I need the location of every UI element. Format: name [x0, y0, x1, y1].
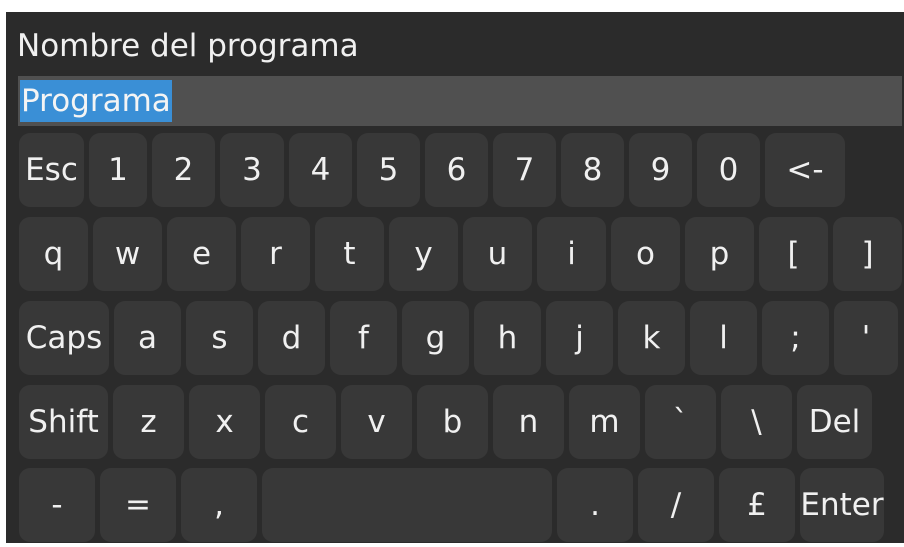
keyboard-row-2: q w e r t y u i o p [ ] — [19, 217, 902, 291]
key-6[interactable]: 6 — [425, 133, 488, 207]
key-h[interactable]: h — [474, 301, 541, 375]
key-0[interactable]: 0 — [697, 133, 760, 207]
key-y[interactable]: y — [389, 217, 458, 291]
key-f[interactable]: f — [330, 301, 397, 375]
key-1[interactable]: 1 — [89, 133, 147, 207]
key-7[interactable]: 7 — [493, 133, 556, 207]
key-left-bracket[interactable]: [ — [759, 217, 828, 291]
key-x[interactable]: x — [189, 385, 260, 459]
key-apostrophe[interactable]: ' — [834, 301, 898, 375]
key-4[interactable]: 4 — [289, 133, 352, 207]
key-enter[interactable]: Enter — [800, 468, 884, 542]
key-backtick[interactable]: ` — [645, 385, 716, 459]
key-k[interactable]: k — [618, 301, 685, 375]
key-v[interactable]: v — [341, 385, 412, 459]
key-n[interactable]: n — [493, 385, 564, 459]
key-9[interactable]: 9 — [629, 133, 692, 207]
key-3[interactable]: 3 — [220, 133, 284, 207]
input-selected-text: Programa — [20, 80, 172, 122]
key-o[interactable]: o — [611, 217, 680, 291]
key-delete[interactable]: Del — [797, 385, 872, 459]
key-w[interactable]: w — [93, 217, 162, 291]
key-c[interactable]: c — [265, 385, 336, 459]
keyboard-row-4: Shift z x c v b n m ` \ Del — [19, 385, 872, 459]
keyboard-row-3: Caps a s d f g h j k l ; ' — [19, 301, 898, 375]
key-backspace[interactable]: <- — [765, 133, 845, 207]
key-s[interactable]: s — [186, 301, 253, 375]
key-a[interactable]: a — [114, 301, 181, 375]
keyboard-row-5: - = , . / £ Enter — [19, 468, 884, 542]
key-esc[interactable]: Esc — [19, 133, 84, 207]
dialog-title: Nombre del programa — [17, 28, 359, 64]
key-8[interactable]: 8 — [561, 133, 624, 207]
key-shift[interactable]: Shift — [19, 385, 108, 459]
keyboard-dialog: Nombre del programa Programa Esc 1 2 3 4… — [6, 12, 904, 543]
key-b[interactable]: b — [417, 385, 488, 459]
program-name-input[interactable]: Programa — [18, 76, 902, 126]
key-l[interactable]: l — [690, 301, 757, 375]
key-slash[interactable]: / — [638, 468, 714, 542]
key-p[interactable]: p — [685, 217, 754, 291]
key-g[interactable]: g — [402, 301, 469, 375]
key-2[interactable]: 2 — [152, 133, 215, 207]
key-u[interactable]: u — [463, 217, 532, 291]
key-z[interactable]: z — [113, 385, 184, 459]
key-d[interactable]: d — [258, 301, 325, 375]
key-semicolon[interactable]: ; — [762, 301, 829, 375]
key-minus[interactable]: - — [19, 468, 95, 542]
key-q[interactable]: q — [19, 217, 88, 291]
key-e[interactable]: e — [167, 217, 236, 291]
key-pound[interactable]: £ — [719, 468, 795, 542]
key-r[interactable]: r — [241, 217, 310, 291]
key-t[interactable]: t — [315, 217, 384, 291]
key-equals[interactable]: = — [100, 468, 176, 542]
key-comma[interactable]: , — [181, 468, 257, 542]
key-period[interactable]: . — [557, 468, 633, 542]
key-i[interactable]: i — [537, 217, 606, 291]
key-5[interactable]: 5 — [357, 133, 420, 207]
key-backslash[interactable]: \ — [721, 385, 792, 459]
keyboard-row-1: Esc 1 2 3 4 5 6 7 8 9 0 <- — [19, 133, 845, 207]
key-caps[interactable]: Caps — [19, 301, 109, 375]
key-right-bracket[interactable]: ] — [833, 217, 902, 291]
key-space[interactable] — [262, 468, 552, 542]
key-m[interactable]: m — [569, 385, 640, 459]
key-j[interactable]: j — [546, 301, 613, 375]
